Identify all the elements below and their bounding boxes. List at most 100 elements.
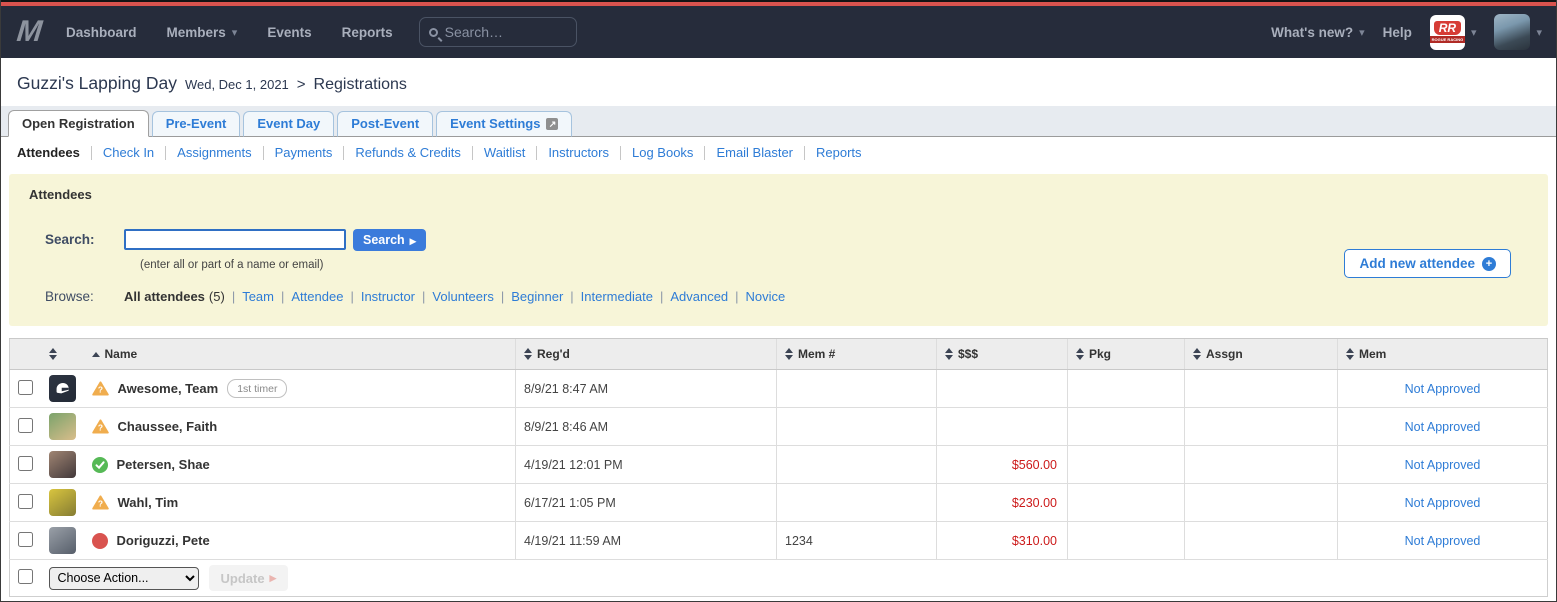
attendee-name[interactable]: Chaussee, Faith (118, 419, 218, 434)
header-avatar-sort[interactable] (40, 338, 84, 370)
help-link[interactable]: Help (1383, 25, 1412, 40)
subnav-refunds-credits[interactable]: Refunds & Credits (343, 146, 472, 160)
browse-filter-instructor[interactable]: Instructor (361, 289, 415, 304)
search-button-label: Search (363, 233, 405, 247)
row-mem-num-cell (776, 483, 937, 522)
browse-filter-team[interactable]: Team (242, 289, 274, 304)
row-mem-num-cell (776, 407, 937, 446)
row-pkg-cell (1067, 445, 1185, 484)
row-checkbox[interactable] (18, 379, 33, 395)
subnav-assignments[interactable]: Assignments (165, 146, 262, 160)
name-wrap: Petersen, Shae (91, 456, 508, 473)
nav-item-members[interactable]: Members ▾ (167, 25, 238, 40)
approved-check-icon (91, 456, 108, 473)
header-mem[interactable]: Mem (1337, 338, 1548, 370)
helmet-icon (56, 382, 69, 394)
approval-status-link[interactable]: Not Approved (1405, 382, 1481, 396)
row-name-cell: ? Awesome, Team 1st timer (83, 369, 516, 408)
warning-status-icon: ? (91, 495, 109, 510)
tab-event-day[interactable]: Event Day (243, 111, 335, 137)
avatar[interactable] (48, 527, 76, 554)
browse-filter-intermediate[interactable]: Intermediate (581, 289, 653, 304)
subnav-reports[interactable]: Reports (804, 146, 873, 160)
bulk-action-select[interactable]: Choose Action... (48, 566, 199, 590)
header-mem-num[interactable]: Mem # (776, 338, 937, 370)
event-title[interactable]: Guzzi's Lapping Day (17, 73, 177, 94)
attendee-name[interactable]: Wahl, Tim (118, 495, 179, 510)
subnav-waitlist[interactable]: Waitlist (471, 146, 536, 160)
header-money-label: $$$ (958, 347, 979, 361)
subnav-check-in[interactable]: Check In (90, 146, 165, 160)
approval-status-link[interactable]: Not Approved (1405, 420, 1481, 434)
avatar[interactable] (48, 451, 76, 478)
tab-open-registration[interactable]: Open Registration (8, 110, 149, 137)
row-pkg-cell (1067, 369, 1185, 408)
tab-pre-event[interactable]: Pre-Event (151, 111, 241, 137)
header-pkg[interactable]: Pkg (1067, 338, 1185, 370)
subnav-payments[interactable]: Payments (262, 146, 344, 160)
row-checkbox[interactable] (18, 493, 33, 509)
search-label: Search: (45, 232, 95, 247)
nav-item-dashboard[interactable]: Dashboard (66, 25, 137, 40)
sort-asc-icon (91, 351, 100, 357)
row-mem-num-cell (776, 445, 937, 484)
subnav-attendees[interactable]: Attendees (15, 146, 91, 160)
browse-filter-attendee[interactable]: Attendee (291, 289, 343, 304)
attendee-name[interactable]: Awesome, Team (118, 381, 219, 396)
bulk-select-cell (9, 559, 41, 597)
attendee-name[interactable]: Doriguzzi, Pete (117, 533, 210, 548)
arrow-right-icon: ▸ (409, 233, 416, 248)
select-all-checkbox[interactable] (18, 569, 33, 584)
header-assgn[interactable]: Assgn (1184, 338, 1338, 370)
attendee-row: Petersen, Shae 4/19/21 12:01 PM $560.00 Not… (9, 445, 1548, 484)
row-select-cell (9, 521, 41, 560)
sort-icon (945, 348, 953, 360)
org-logo[interactable]: RR ROGUE RACING (1429, 14, 1465, 50)
row-checkbox[interactable] (18, 455, 33, 471)
nav-item-reports[interactable]: Reports (342, 25, 393, 40)
header-regd[interactable]: Reg'd (515, 338, 777, 370)
add-new-attendee-button[interactable]: Add new attendee + (1344, 249, 1511, 278)
header-money[interactable]: $$$ (936, 338, 1068, 370)
tab-post-event[interactable]: Post-Event (337, 111, 434, 137)
row-checkbox[interactable] (18, 417, 33, 433)
nav-item-events[interactable]: Events (267, 25, 311, 40)
avatar[interactable] (48, 375, 76, 402)
approval-status-link[interactable]: Not Approved (1405, 534, 1481, 548)
avatar[interactable] (48, 489, 76, 516)
global-search-input[interactable] (444, 24, 567, 40)
svg-text:?: ? (97, 423, 102, 433)
header-name[interactable]: Name (83, 338, 516, 370)
browse-filter-beginner[interactable]: Beginner (511, 289, 563, 304)
browse-filter-novice[interactable]: Novice (746, 289, 786, 304)
app-logo[interactable]: M (15, 15, 41, 49)
chevron-down-icon: ▾ (1470, 26, 1477, 39)
subnav-log-books[interactable]: Log Books (620, 146, 704, 160)
bulk-action-row: Choose Action... Update ▸ (9, 559, 1548, 597)
row-select-cell (9, 369, 41, 408)
pipe-separator: | (422, 289, 426, 304)
approval-status-link[interactable]: Not Approved (1405, 458, 1481, 472)
avatar[interactable] (48, 413, 76, 440)
attendee-search-input[interactable] (124, 229, 346, 250)
event-date: Wed, Dec 1, 2021 (184, 77, 289, 92)
user-menu[interactable]: ▾ (1494, 14, 1542, 50)
whats-new-menu[interactable]: What's new? ▾ (1271, 25, 1365, 40)
row-regd-cell: 4/19/21 11:59 AM (515, 521, 777, 560)
row-regd-cell: 8/9/21 8:47 AM (515, 369, 777, 408)
browse-filter-all[interactable]: All attendees (124, 289, 205, 304)
search-button[interactable]: Search ▸ (353, 229, 426, 251)
update-button[interactable]: Update ▸ (208, 565, 289, 591)
approval-status-link[interactable]: Not Approved (1405, 496, 1481, 510)
user-avatar[interactable] (1494, 14, 1531, 50)
tab-event-settings[interactable]: Event Settings ↗ (436, 111, 573, 137)
browse-filter-advanced[interactable]: Advanced (670, 289, 728, 304)
row-assgn-cell (1184, 521, 1338, 560)
org-menu[interactable]: RR ROGUE RACING ▾ (1429, 14, 1477, 50)
subnav-instructors[interactable]: Instructors (536, 146, 620, 160)
subnav-email-blaster[interactable]: Email Blaster (704, 146, 804, 160)
row-checkbox[interactable] (18, 531, 33, 547)
tab-label: Post-Event (351, 116, 420, 131)
browse-filter-volunteers[interactable]: Volunteers (432, 289, 493, 304)
attendee-name[interactable]: Petersen, Shae (117, 457, 210, 472)
